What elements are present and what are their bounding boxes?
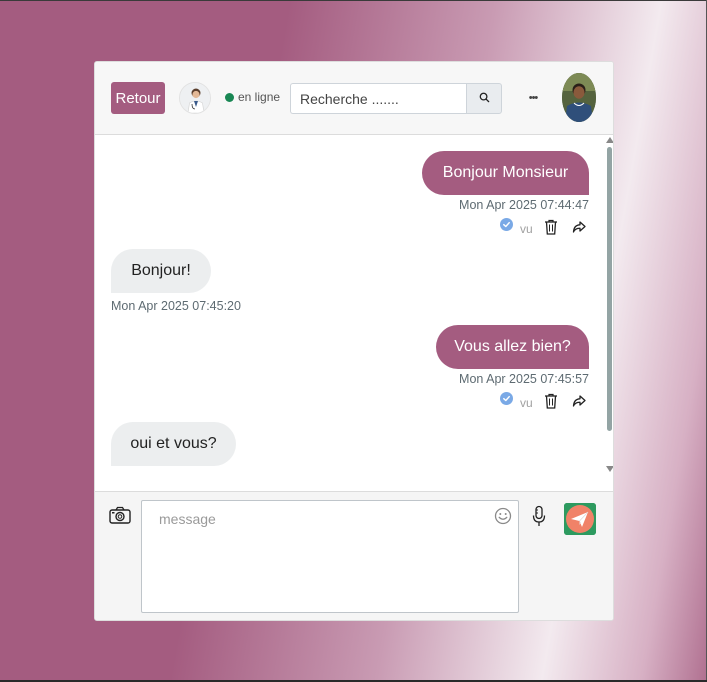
scroll-up-arrow[interactable] — [606, 137, 613, 143]
check-circle-icon — [500, 392, 513, 405]
user-avatar[interactable] — [562, 73, 596, 122]
chat-header: Retour en ligne ••• — [95, 62, 613, 135]
forward-icon — [572, 394, 586, 412]
search-icon — [479, 90, 490, 108]
send-icon — [564, 503, 596, 535]
message-timestamp: Mon Apr 2025 07:45:20 — [111, 299, 241, 313]
message-list-scrollbar[interactable] — [605, 135, 613, 491]
forward-message-button[interactable] — [571, 221, 587, 237]
microphone-button[interactable] — [531, 505, 547, 529]
trash-icon — [544, 393, 558, 414]
message-text: Bonjour Monsieur — [442, 164, 569, 181]
scrollbar-thumb[interactable] — [607, 147, 612, 431]
search-button[interactable] — [466, 83, 502, 114]
camera-button[interactable] — [109, 506, 131, 524]
incoming-message-bubble: Bonjour! — [111, 249, 211, 293]
microphone-icon — [531, 505, 547, 533]
check-circle-icon — [500, 218, 513, 231]
window-top-border — [0, 0, 707, 1]
message-input[interactable] — [141, 500, 519, 613]
chat-window: Retour en ligne ••• — [94, 61, 614, 621]
message-text: oui et vous? — [130, 435, 217, 452]
incoming-message-bubble: oui et vous? — [111, 422, 236, 466]
message-timestamp: Mon Apr 2025 07:44:47 — [459, 198, 589, 212]
delete-message-button[interactable] — [543, 393, 559, 414]
search-input[interactable] — [290, 83, 467, 114]
delete-message-button[interactable] — [543, 219, 559, 240]
message-list[interactable]: Bonjour Monsieur Mon Apr 2025 07:44:47 v… — [95, 135, 613, 491]
seen-label: vu — [520, 396, 533, 410]
outgoing-message-bubble: Bonjour Monsieur — [422, 151, 589, 195]
camera-icon — [109, 506, 131, 528]
emoji-button[interactable] — [494, 507, 512, 525]
more-options-button[interactable]: ••• — [523, 88, 543, 108]
message-text: Vous allez bien? — [454, 338, 571, 355]
message-timestamp: Mon Apr 2025 07:45:57 — [459, 372, 589, 386]
scroll-down-arrow[interactable] — [606, 466, 613, 472]
seen-label: vu — [520, 222, 533, 236]
outgoing-message-bubble: Vous allez bien? — [436, 325, 589, 369]
back-button[interactable]: Retour — [111, 82, 165, 114]
send-button[interactable] — [564, 503, 596, 535]
forward-message-button[interactable] — [571, 395, 587, 411]
forward-icon — [572, 220, 586, 238]
more-options-icon: ••• — [528, 92, 539, 104]
trash-icon — [544, 219, 558, 240]
online-status-label: en ligne — [238, 90, 281, 104]
emoji-icon — [494, 507, 512, 529]
contact-avatar[interactable] — [179, 82, 211, 114]
online-status-dot — [225, 93, 234, 102]
message-composer — [95, 491, 613, 620]
message-text: Bonjour! — [131, 262, 191, 279]
